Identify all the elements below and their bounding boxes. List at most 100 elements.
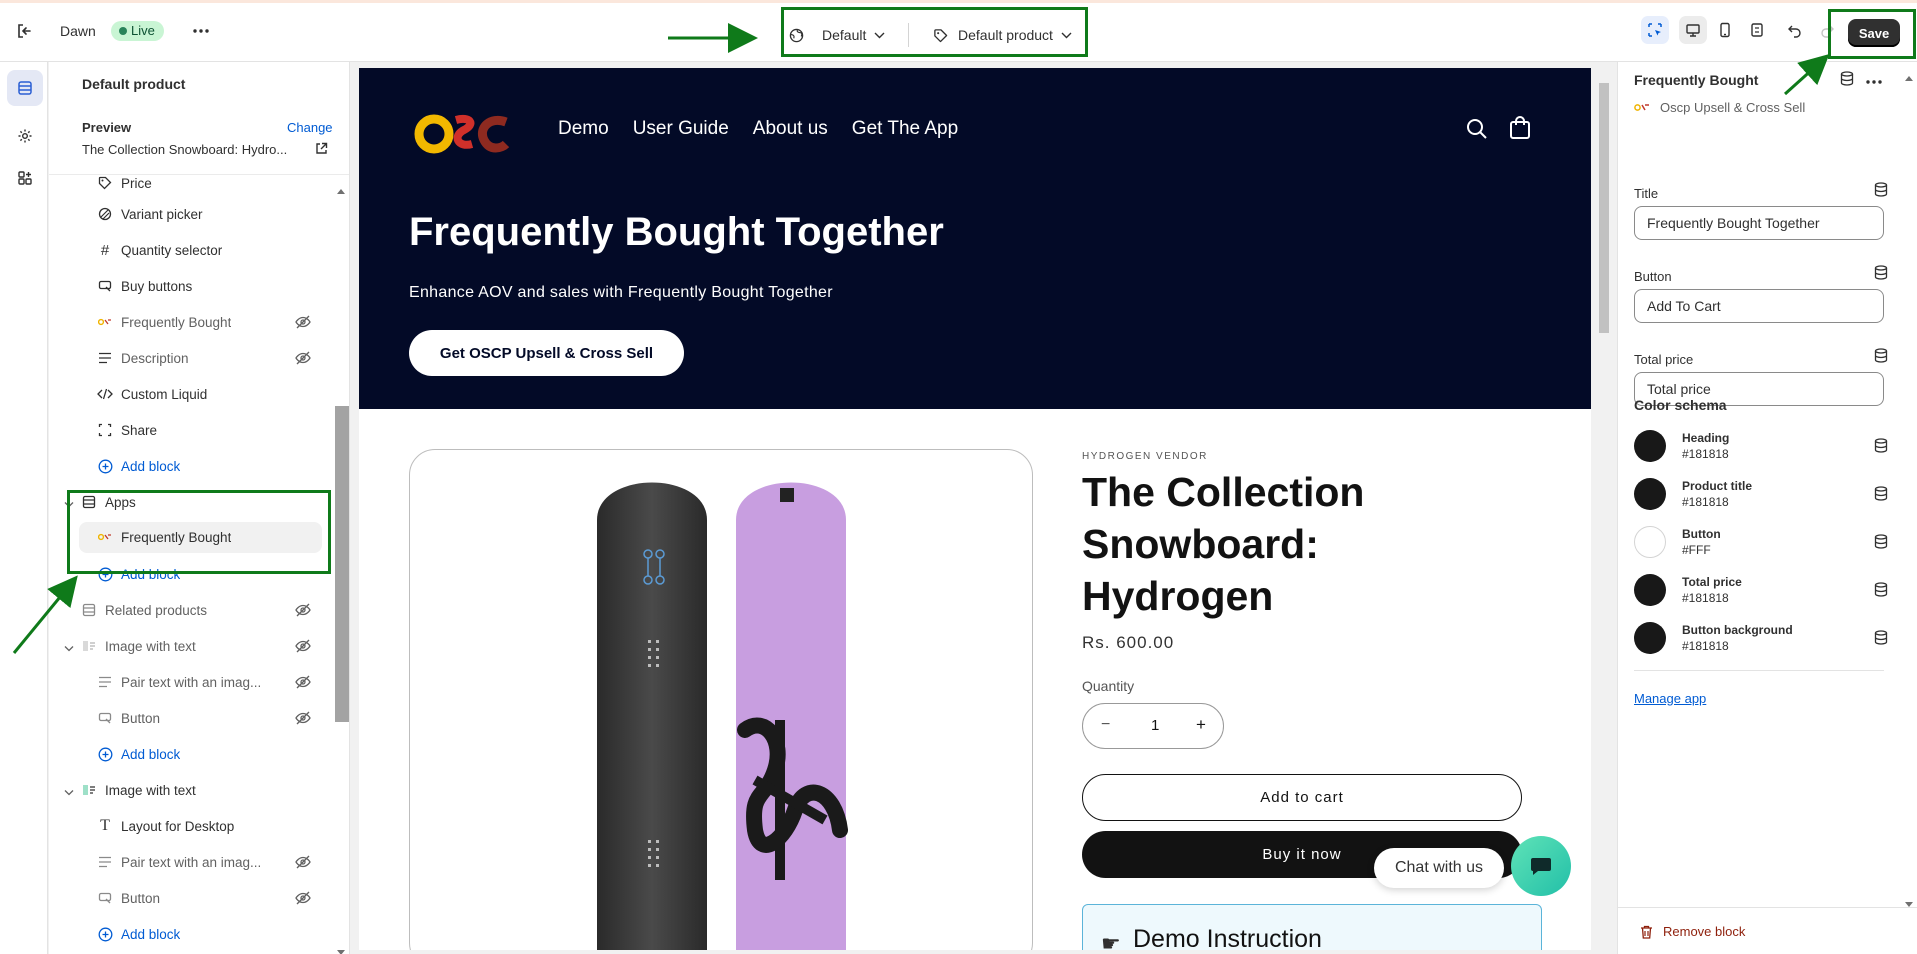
color-swatch-button-background[interactable]: Button background #181818 xyxy=(1634,622,1917,662)
plus-button[interactable]: + xyxy=(1196,715,1206,735)
text-t-icon: T xyxy=(100,817,110,834)
quantity-value[interactable]: 1 xyxy=(1151,717,1159,734)
swatch-circle[interactable] xyxy=(1634,478,1666,510)
database-icon[interactable] xyxy=(1874,630,1888,650)
apps-icon[interactable] xyxy=(7,160,43,196)
swatch-value: #181818 xyxy=(1682,495,1729,509)
database-icon[interactable] xyxy=(1840,71,1854,91)
tree-item-description[interactable]: Description xyxy=(49,342,339,374)
swatch-circle[interactable] xyxy=(1634,430,1666,462)
exit-icon[interactable] xyxy=(12,18,38,44)
eye-hidden-icon[interactable] xyxy=(295,315,311,332)
title-input[interactable] xyxy=(1634,206,1884,240)
trash-icon xyxy=(1641,925,1652,939)
nav-link[interactable]: About us xyxy=(753,118,828,140)
tree-item-image-with-text[interactable]: Image with text xyxy=(49,630,339,662)
tree-item-quantity-selector[interactable]: # Quantity selector xyxy=(49,234,339,266)
nav-link[interactable]: User Guide xyxy=(633,118,729,140)
eye-hidden-icon[interactable] xyxy=(295,855,311,872)
chat-label[interactable]: Chat with us xyxy=(1374,848,1504,888)
swatch-circle[interactable] xyxy=(1634,574,1666,606)
tree-item-custom-liquid[interactable]: Custom Liquid xyxy=(49,378,339,410)
hero-cta-button[interactable]: Get OSCP Upsell & Cross Sell xyxy=(409,330,684,376)
fullscreen-view-icon[interactable] xyxy=(1743,16,1771,44)
more-options-icon[interactable] xyxy=(1866,71,1882,89)
color-swatch-total-price[interactable]: Total price #181818 xyxy=(1634,574,1917,614)
gear-icon[interactable] xyxy=(7,118,43,154)
panel-scrollbar[interactable] xyxy=(335,406,349,722)
color-swatch-button[interactable]: Button #FFF xyxy=(1634,526,1917,566)
chat-icon[interactable] xyxy=(1511,836,1571,896)
tree-item-label: Pair text with an imag... xyxy=(121,855,262,870)
swatch-circle[interactable] xyxy=(1634,526,1666,558)
mobile-view-icon[interactable] xyxy=(1711,16,1739,44)
manage-app-link[interactable]: Manage app xyxy=(1634,691,1706,706)
plus-circle-icon xyxy=(97,458,113,474)
database-icon[interactable] xyxy=(1874,582,1888,602)
cart-icon[interactable] xyxy=(1509,116,1531,145)
eye-hidden-icon[interactable] xyxy=(295,351,311,368)
scroll-up-icon[interactable] xyxy=(1905,68,1913,86)
swatch-circle[interactable] xyxy=(1634,622,1666,654)
sections-icon[interactable] xyxy=(7,70,43,106)
scroll-up-icon[interactable] xyxy=(337,181,345,199)
add-to-cart-button[interactable]: Add to cart xyxy=(1082,774,1522,821)
add-block-button[interactable]: Add block xyxy=(49,450,339,482)
add-block-button[interactable]: Add block xyxy=(49,738,339,770)
search-icon[interactable] xyxy=(1466,118,1488,145)
tree-item-buy-buttons[interactable]: Buy buttons xyxy=(49,270,339,302)
external-link-icon[interactable] xyxy=(315,142,328,160)
preview-scroll-thumb[interactable] xyxy=(1599,83,1609,333)
eye-hidden-icon[interactable] xyxy=(295,639,311,656)
tree-item-pair-text-2[interactable]: Pair text with an imag... xyxy=(49,846,339,878)
store-logo[interactable] xyxy=(414,110,514,158)
eye-hidden-icon[interactable] xyxy=(295,891,311,908)
tree-item-layout-desktop[interactable]: T Layout for Desktop xyxy=(49,810,339,842)
database-icon[interactable] xyxy=(1874,182,1888,202)
tree-item-price[interactable]: Price xyxy=(49,175,339,199)
tree-item-label: Frequently Bought xyxy=(121,315,232,330)
eye-hidden-icon[interactable] xyxy=(295,675,311,692)
scroll-down-icon[interactable] xyxy=(1905,894,1913,912)
left-rail xyxy=(0,62,48,954)
database-icon[interactable] xyxy=(1874,486,1888,506)
plus-circle-icon xyxy=(97,746,113,762)
tree-item-frequently-bought[interactable]: Frequently Bought xyxy=(49,306,339,338)
minus-button[interactable]: − xyxy=(1101,716,1110,734)
button-input[interactable] xyxy=(1634,289,1884,323)
scroll-down-icon[interactable] xyxy=(337,942,345,954)
tree-item-image-with-text-2[interactable]: Image with text xyxy=(49,774,339,806)
inspector-icon[interactable] xyxy=(1641,16,1669,44)
settings-footer-divider xyxy=(1618,907,1917,908)
more-actions-icon[interactable] xyxy=(190,20,212,42)
desktop-view-icon[interactable] xyxy=(1679,16,1707,44)
database-icon[interactable] xyxy=(1874,265,1888,285)
eye-hidden-icon[interactable] xyxy=(295,603,311,620)
database-icon[interactable] xyxy=(1874,534,1888,554)
tree-item-pair-text[interactable]: Pair text with an imag... xyxy=(49,666,339,698)
tree-item-share[interactable]: Share xyxy=(49,414,339,446)
color-swatch-heading[interactable]: Heading #181818 xyxy=(1634,430,1917,470)
tree-item-label: Image with text xyxy=(105,783,196,798)
add-block-button[interactable]: Add block xyxy=(49,918,339,950)
nav-link[interactable]: Get The App xyxy=(852,118,958,140)
product-select[interactable]: Default product xyxy=(933,24,1072,46)
database-icon[interactable] xyxy=(1874,438,1888,458)
database-icon[interactable] xyxy=(1874,348,1888,368)
tree-item-button-2[interactable]: Button xyxy=(49,882,339,914)
preview-scrollbar[interactable] xyxy=(1591,62,1617,954)
product-image[interactable] xyxy=(409,449,1033,950)
tree-item-button[interactable]: Button xyxy=(49,702,339,734)
color-swatch-product-title[interactable]: Product title #181818 xyxy=(1634,478,1917,518)
tree-item-related-products[interactable]: Related products xyxy=(49,594,339,626)
save-button[interactable]: Save xyxy=(1848,19,1900,47)
nav-link[interactable]: Demo xyxy=(558,118,609,140)
chevron-down-icon[interactable] xyxy=(64,784,74,799)
undo-icon[interactable] xyxy=(1781,16,1809,44)
chevron-down-icon[interactable] xyxy=(64,640,74,655)
template-select[interactable]: Default xyxy=(789,24,885,46)
remove-block-button[interactable]: Remove block xyxy=(1640,924,1745,939)
change-preview-link[interactable]: Change xyxy=(287,120,333,135)
eye-hidden-icon[interactable] xyxy=(295,711,311,728)
tree-item-variant-picker[interactable]: Variant picker xyxy=(49,198,339,230)
